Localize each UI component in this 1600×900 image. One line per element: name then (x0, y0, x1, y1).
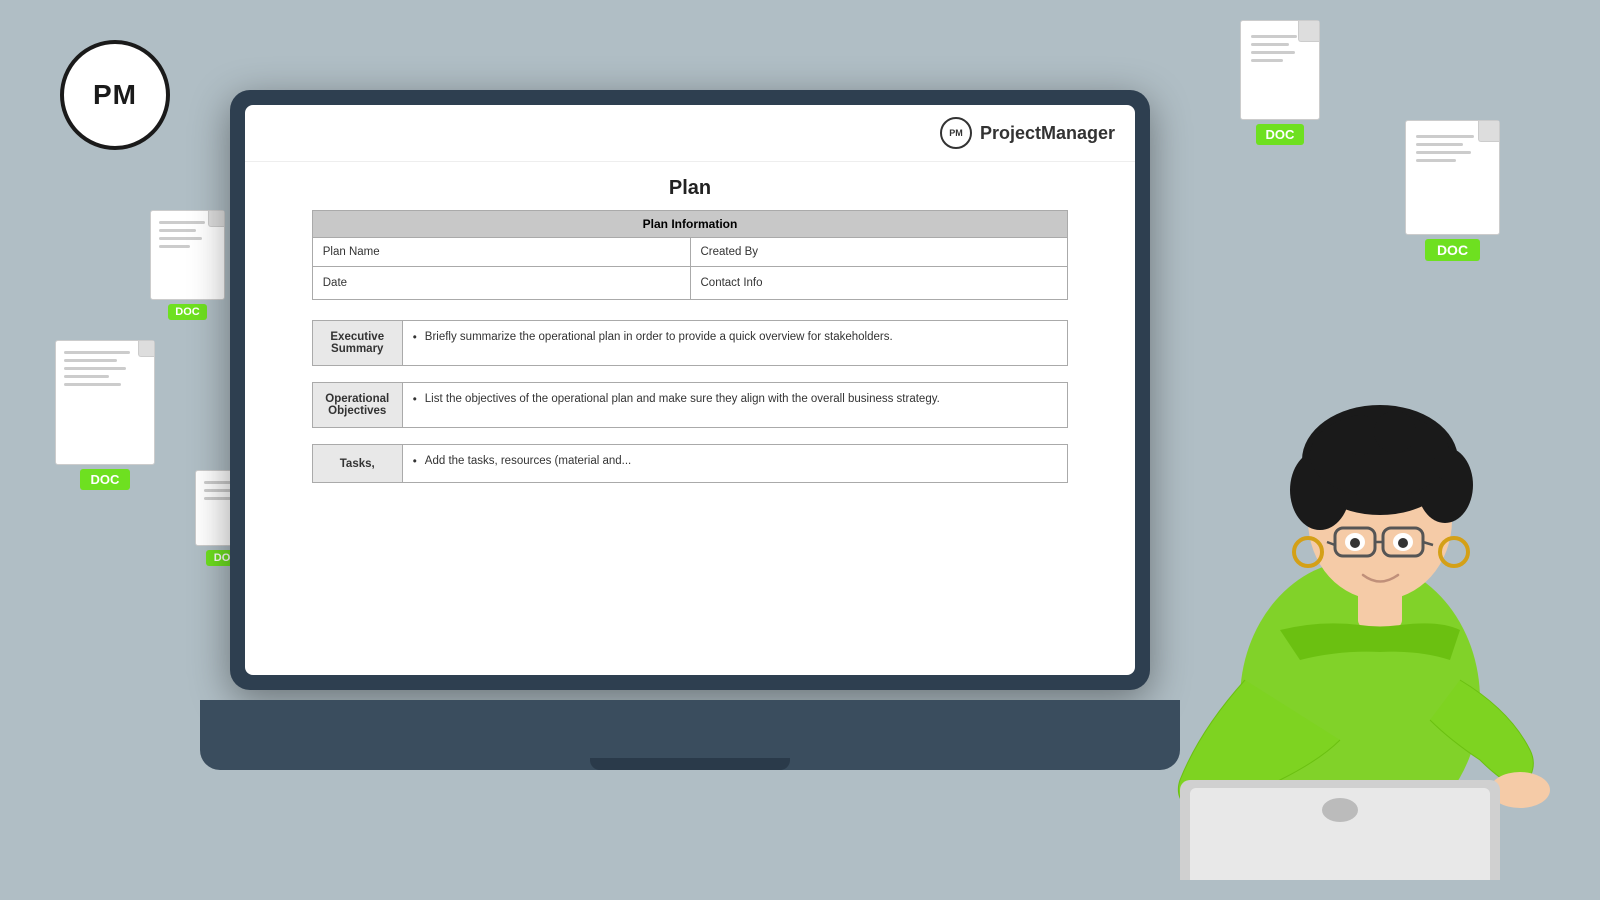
operational-objectives-label: Operational Objectives (312, 383, 402, 428)
person-illustration (1080, 280, 1560, 880)
doc-page (150, 210, 225, 300)
doc-line (64, 367, 126, 370)
plan-info-header: Plan Information (312, 211, 1068, 238)
doc-line (1416, 159, 1456, 162)
doc-badge: DOC (80, 469, 131, 490)
executive-summary-text: Briefly summarize the operational plan i… (425, 331, 893, 343)
doc-page (1405, 120, 1500, 235)
tasks-table: Tasks, • Add the tasks, resources (mater… (312, 444, 1069, 483)
contact-info-cell: Contact Info (690, 267, 1068, 300)
operational-objectives-text: List the objectives of the operational p… (425, 393, 940, 405)
laptop-screen: PM ProjectManager Plan Plan Information … (230, 90, 1150, 690)
bullet-dot: • (413, 394, 417, 406)
bullet-item: • List the objectives of the operational… (413, 393, 1058, 406)
doc-badge: DOC (1425, 239, 1480, 261)
operational-objectives-table: Operational Objectives • List the object… (312, 382, 1069, 428)
pm-logo-text: PM (93, 79, 137, 111)
doc-line (1251, 59, 1283, 62)
date-cell: Date (312, 267, 690, 300)
doc-page (1240, 20, 1320, 120)
doc-float-top-right-1: DOC (1240, 20, 1320, 145)
tasks-label: Tasks, (312, 445, 402, 483)
doc-float-top-right-2: DOC (1405, 120, 1500, 261)
tasks-content: • Add the tasks, resources (material and… (402, 445, 1068, 483)
doc-line (64, 375, 109, 378)
tasks-text: Add the tasks, resources (material and..… (425, 455, 631, 467)
laptop-inner: PM ProjectManager Plan Plan Information … (245, 105, 1135, 675)
doc-badge: DOC (168, 304, 206, 320)
executive-summary-table: Executive Summary • Briefly summarize th… (312, 320, 1069, 366)
doc-line (159, 237, 202, 240)
doc-line (159, 221, 205, 224)
executive-summary-label: Executive Summary (312, 321, 402, 366)
doc-float-left-1: DOC (150, 210, 225, 320)
doc-float-left-2: DOC (55, 340, 155, 490)
plan-info-table: Plan Information Plan Name Created By Da… (312, 210, 1069, 300)
doc-line (1251, 51, 1295, 54)
laptop: PM ProjectManager Plan Plan Information … (230, 90, 1150, 770)
doc-line (1251, 43, 1289, 46)
executive-summary-content: • Briefly summarize the operational plan… (402, 321, 1068, 366)
doc-page (55, 340, 155, 465)
pm-header-name: ProjectManager (980, 123, 1115, 144)
bullet-item: • Briefly summarize the operational plan… (413, 331, 1058, 344)
created-by-cell: Created By (690, 238, 1068, 267)
pm-logo: PM (60, 40, 170, 150)
bullet-item: • Add the tasks, resources (material and… (413, 455, 1058, 468)
bullet-dot: • (413, 332, 417, 344)
doc-line (64, 383, 121, 386)
doc-line (1251, 35, 1297, 38)
pm-header-badge: PM (940, 117, 972, 149)
operational-objectives-content: • List the objectives of the operational… (402, 383, 1068, 428)
doc-line (64, 359, 117, 362)
doc-line (159, 229, 196, 232)
doc-line (159, 245, 190, 248)
doc-badge: DOC (1256, 124, 1305, 145)
document-header: PM ProjectManager (245, 105, 1135, 162)
doc-line (1416, 135, 1474, 138)
doc-line (204, 489, 233, 492)
plan-name-cell: Plan Name (312, 238, 690, 267)
doc-line (1416, 151, 1471, 154)
laptop-base (200, 700, 1180, 770)
doc-line (64, 351, 130, 354)
plan-title: Plan (245, 177, 1135, 200)
bullet-dot: • (413, 456, 417, 468)
doc-line (1416, 143, 1463, 146)
